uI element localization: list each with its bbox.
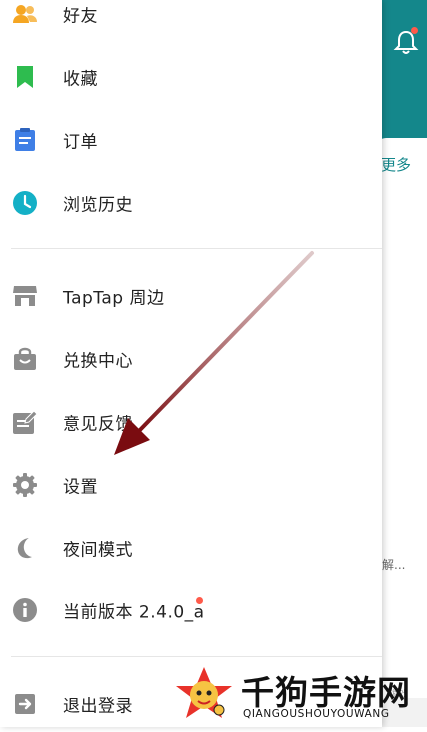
drawer-item-friends[interactable]: 好友 (0, 0, 382, 42)
moon-icon (17, 538, 32, 559)
info-icon (13, 598, 37, 622)
drawer-item-settings[interactable]: 设置 (0, 457, 382, 513)
bookmark-icon (17, 66, 33, 88)
watermark-title: 千狗手游网 (241, 673, 411, 712)
drawer-item-merch[interactable]: TapTap 周边 (0, 268, 382, 324)
background-header (380, 0, 427, 140)
shopping-bag-icon (14, 347, 36, 370)
friends-icon (13, 5, 37, 23)
background-snippet: 解... (382, 558, 406, 572)
logout-icon (15, 694, 35, 714)
drawer-item-label: 收藏 (63, 69, 98, 90)
drawer-item-version[interactable]: 当前版本 2.4.0_a (0, 582, 382, 638)
drawer-item-label: 好友 (63, 6, 98, 27)
drawer-item-label: 夜间模式 (63, 540, 133, 561)
background-card (376, 138, 427, 698)
background-more-link[interactable]: 更多 (381, 154, 411, 175)
drawer-item-label: 退出登录 (63, 696, 133, 717)
drawer-item-orders[interactable]: 订单 (0, 112, 382, 168)
store-icon (13, 286, 37, 306)
drawer-item-label: 浏览历史 (63, 195, 133, 216)
side-drawer: 好友 收藏 订单 浏览历史 TapTap 周边 兑换中心 意见反馈 设置 夜间模… (0, 0, 382, 727)
drawer-item-favorites[interactable]: 收藏 (0, 49, 382, 105)
drawer-item-label: 当前版本 2.4.0_a (63, 602, 205, 623)
drawer-item-feedback[interactable]: 意见反馈 (0, 394, 382, 450)
drawer-item-label: TapTap 周边 (63, 288, 165, 309)
watermark-subtitle: QIANGOUSHOUYOUWANG (243, 708, 390, 720)
drawer-item-label: 订单 (63, 132, 98, 153)
drawer-item-history[interactable]: 浏览历史 (0, 175, 382, 231)
notification-dot (411, 27, 418, 34)
drawer-item-label: 兑换中心 (63, 351, 133, 372)
drawer-item-redeem[interactable]: 兑换中心 (0, 331, 382, 387)
drawer-divider (11, 656, 382, 657)
drawer-item-label: 意见反馈 (63, 414, 133, 435)
update-red-dot (196, 597, 203, 604)
drawer-item-night-mode[interactable]: 夜间模式 (0, 520, 382, 576)
drawer-item-label: 设置 (63, 477, 98, 498)
drawer-divider (11, 248, 382, 249)
history-clock-icon (13, 191, 37, 215)
feedback-edit-icon (13, 410, 38, 434)
gear-icon (13, 473, 37, 497)
order-icon (15, 128, 35, 151)
